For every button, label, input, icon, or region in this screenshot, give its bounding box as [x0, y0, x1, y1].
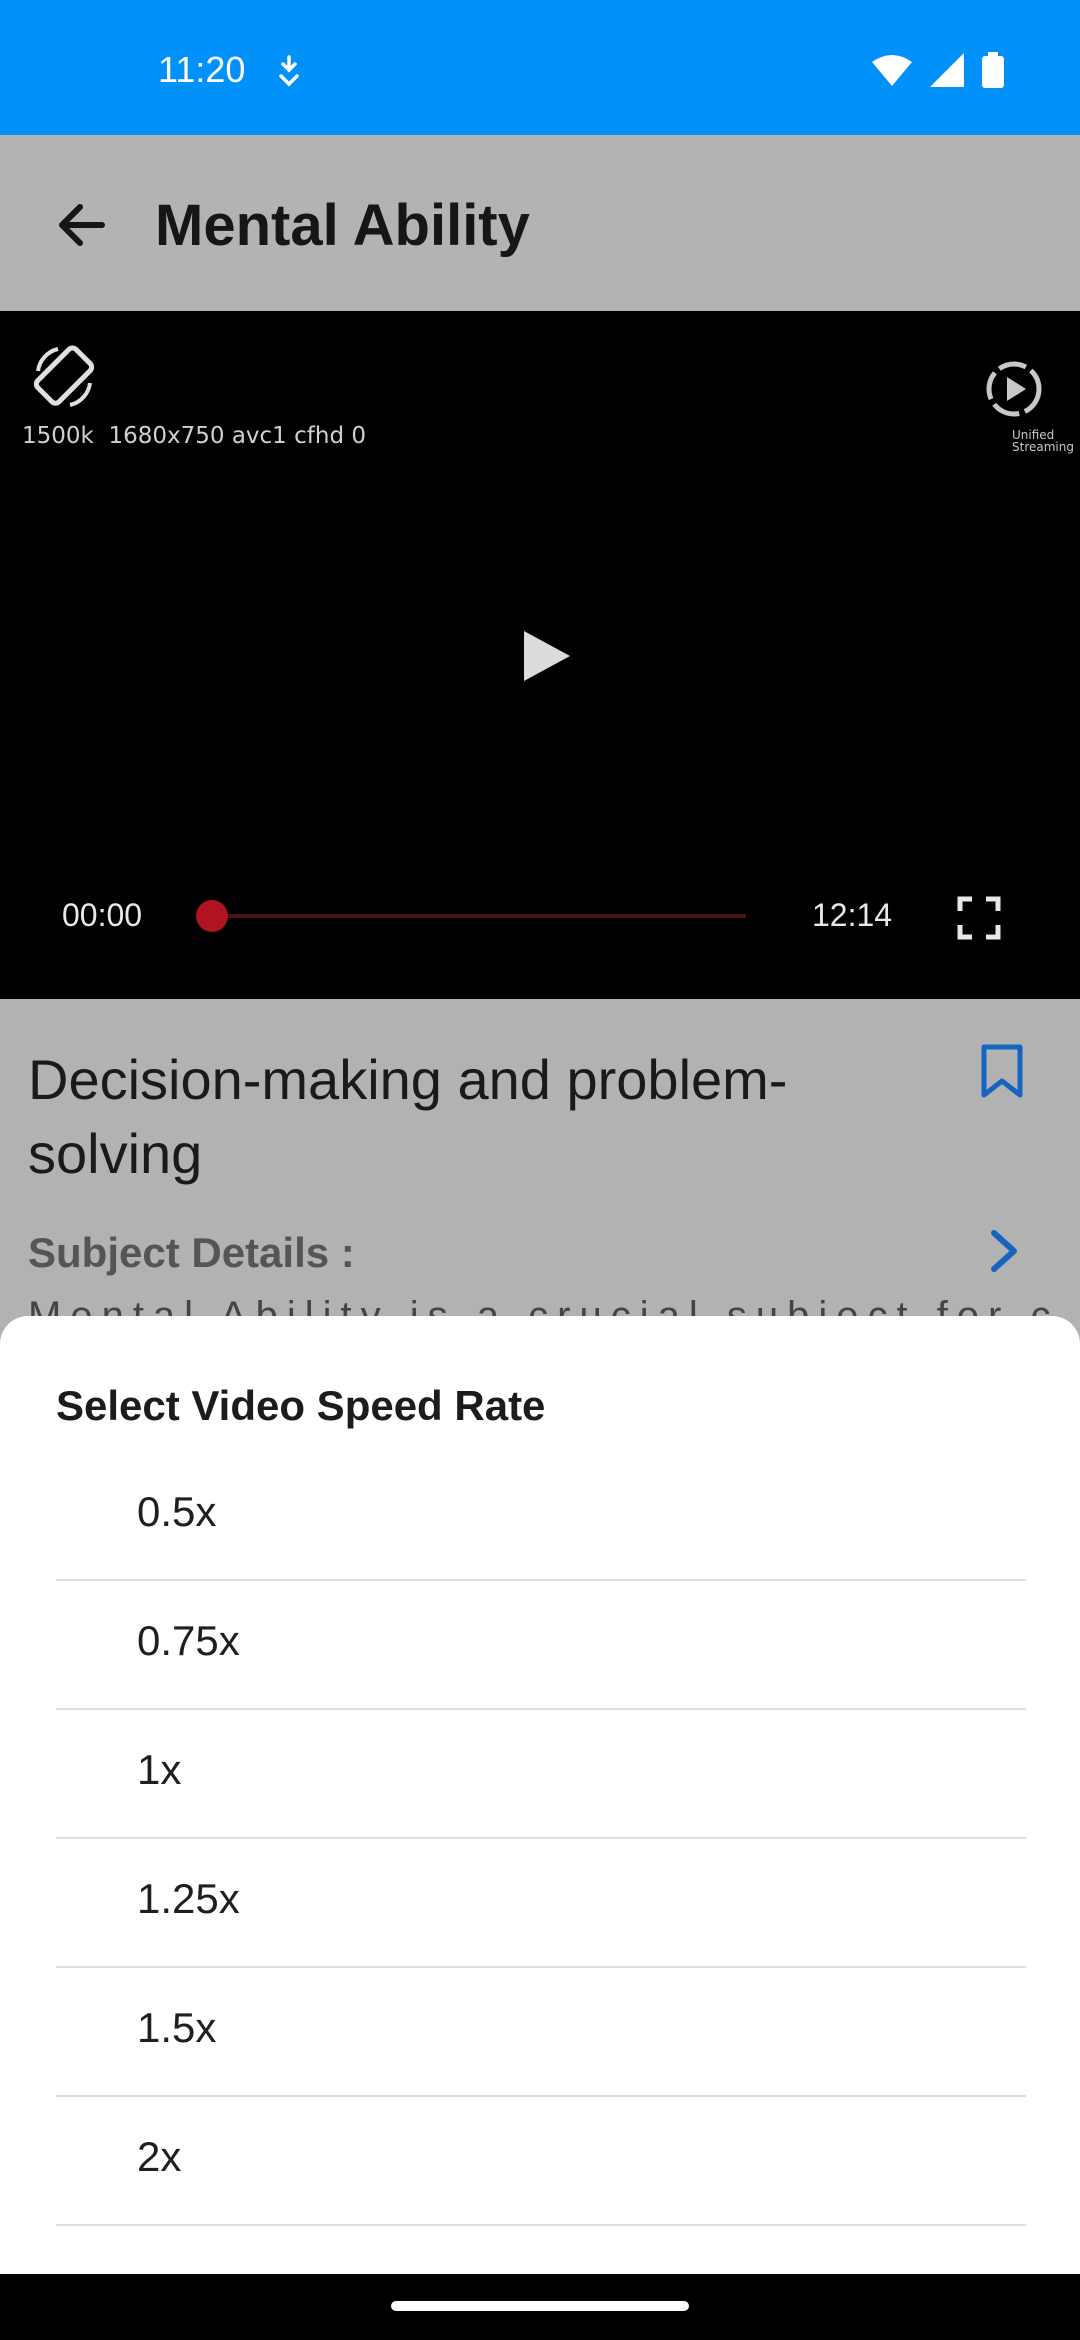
speed-option-1.25x[interactable]: 1.25x: [56, 1839, 1026, 1968]
speed-options-list: 0.5x 0.75x 1x 1.25x 1.5x 2x: [56, 1452, 1026, 2226]
status-bar: 11:20: [0, 0, 1080, 135]
speed-option-label: 1.5x: [137, 2004, 217, 2051]
unified-streaming-logo-text: Unified Streaming: [1012, 428, 1074, 454]
speed-option-0.5x[interactable]: 0.5x: [56, 1452, 1026, 1581]
battery-icon: [982, 52, 1004, 93]
app-bar: Mental Ability: [0, 135, 1080, 311]
speed-option-label: 1x: [137, 1746, 182, 1793]
speed-rate-bottom-sheet: Select Video Speed Rate 0.5x 0.75x 1x 1.…: [0, 1316, 1080, 2274]
debug-info-overlay: 1500k 1680x750 avc1 cfhd 0: [22, 423, 366, 449]
chevron-right-icon[interactable]: [984, 1227, 1024, 1275]
play-icon[interactable]: [510, 621, 580, 691]
seek-thumb[interactable]: [196, 900, 228, 932]
speed-option-1x[interactable]: 1x: [56, 1710, 1026, 1839]
speed-option-label: 0.5x: [137, 1488, 217, 1535]
video-player[interactable]: 1500k 1680x750 avc1 cfhd 0 Unified Strea…: [0, 311, 1080, 999]
download-status-icon: [276, 54, 302, 93]
video-details: Decision-making and problem-solving Subj…: [0, 999, 1080, 1338]
wifi-icon: [872, 54, 912, 91]
speed-option-label: 0.75x: [137, 1617, 240, 1664]
seek-bar[interactable]: [212, 914, 746, 918]
total-duration: 12:14: [812, 897, 893, 933]
speed-option-label: 2x: [137, 2133, 182, 2180]
cellular-signal-icon: [930, 53, 964, 92]
speed-option-label: 1.25x: [137, 1875, 240, 1922]
bookmark-icon[interactable]: [978, 1043, 1026, 1099]
sheet-title: Select Video Speed Rate: [56, 1382, 546, 1429]
speed-option-2x[interactable]: 2x: [56, 2097, 1026, 2226]
page-title: Mental Ability: [155, 193, 530, 258]
screen-rotation-icon[interactable]: [28, 341, 100, 413]
navigation-bar: [0, 2274, 1080, 2340]
speed-option-1.5x[interactable]: 1.5x: [56, 1968, 1026, 2097]
status-time: 11:20: [158, 49, 246, 90]
fullscreen-icon[interactable]: [956, 895, 1002, 941]
video-title: Decision-making and problem-solving: [28, 1048, 788, 1185]
current-time: 00:00: [62, 897, 143, 933]
arrow-back-icon[interactable]: [46, 189, 118, 261]
home-indicator[interactable]: [391, 2301, 689, 2311]
subject-details-label: Subject Details :: [28, 1229, 355, 1276]
speed-option-0.75x[interactable]: 0.75x: [56, 1581, 1026, 1710]
